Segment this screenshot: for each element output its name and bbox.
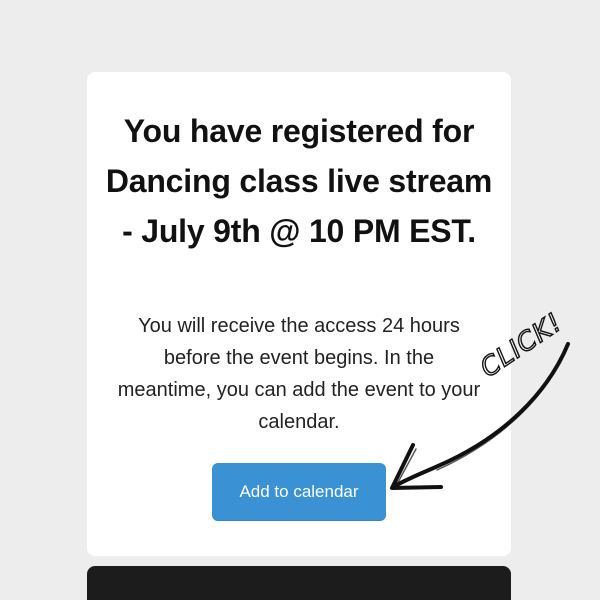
confirmation-message: You will receive the access 24 hours bef… — [117, 315, 481, 433]
page-title: You have registered for Dancing class li… — [105, 113, 493, 249]
registration-confirmation-card: You have registered for Dancing class li… — [87, 72, 511, 556]
dark-content-panel — [87, 566, 511, 600]
add-to-calendar-button[interactable]: Add to calendar — [212, 463, 386, 521]
page-canvas: You have registered for Dancing class li… — [0, 0, 600, 600]
